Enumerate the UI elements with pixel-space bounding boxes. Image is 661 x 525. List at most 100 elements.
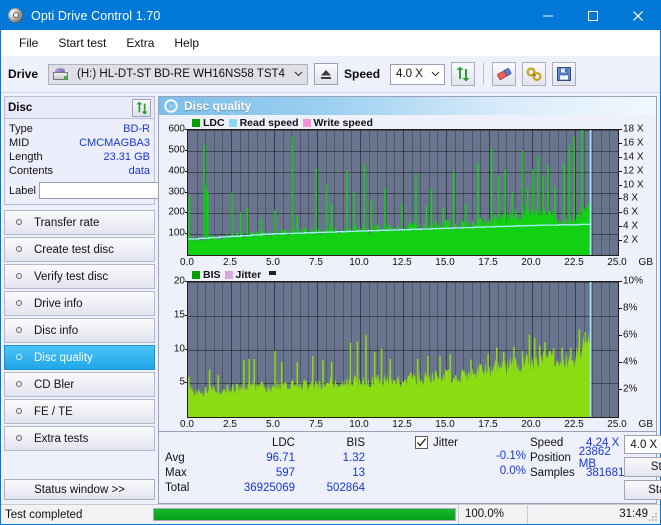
disc-row-length-value: 23.31 GB <box>103 151 150 163</box>
status-window-button[interactable]: Status window >> <box>4 479 155 500</box>
start-full-button[interactable]: Start full <box>624 457 661 477</box>
disc-row-mid: MID CMCMAGBA3 <box>9 136 150 150</box>
y-tick-label: 300 <box>168 186 185 197</box>
ldc-plot <box>187 129 619 256</box>
legend-label: Jitter <box>235 269 262 281</box>
sidebar-item-fe-te[interactable]: FE / TE <box>4 399 155 424</box>
disc-row-length-key: Length <box>9 151 43 163</box>
disc-refresh-button[interactable] <box>132 98 151 117</box>
series-spike <box>353 192 355 255</box>
y2-tick-label: 2% <box>623 383 638 395</box>
app-disc-icon <box>8 7 24 24</box>
stats-table: LDC BIS Avg 96.71 1.32 Max 597 13 Total … <box>165 435 415 500</box>
jitter-header: Jitter <box>415 435 530 450</box>
samples-value: 381681 <box>586 466 625 479</box>
erase-button[interactable] <box>492 62 517 86</box>
series-spike <box>449 354 452 417</box>
x-tick-label: 0.0 <box>180 419 194 430</box>
legend-ldc: LDC <box>192 117 225 129</box>
x-tick-label: 17.5 <box>478 419 498 430</box>
series-spike <box>542 176 544 255</box>
series-spike <box>439 356 441 417</box>
x-tick-label: 5.0 <box>266 419 280 430</box>
menu-help[interactable]: Help <box>165 33 208 53</box>
action-buttons: 4.0 X Start full Start part <box>624 435 661 500</box>
series-spike <box>425 205 427 255</box>
y2-tick-label: 6% <box>623 329 638 341</box>
menu-file[interactable]: File <box>10 33 47 53</box>
series-spike <box>573 136 575 255</box>
plot-series <box>188 282 592 417</box>
eject-button[interactable] <box>314 63 339 85</box>
tools-button[interactable] <box>522 62 547 86</box>
maximize-button[interactable] <box>570 1 615 30</box>
jitter-label: Jitter <box>433 436 458 449</box>
series-spike <box>415 173 417 255</box>
progress-percent: 100.0% <box>458 505 527 524</box>
disc-row-mid-value: CMCMAGBA3 <box>79 137 150 149</box>
save-button[interactable] <box>552 62 577 86</box>
y2-tick-label: 8 X <box>623 192 639 204</box>
sidebar-item-cd-bler[interactable]: CD Bler <box>4 372 155 397</box>
close-button[interactable] <box>615 1 660 30</box>
sidebar-item-extra-tests[interactable]: Extra tests <box>4 426 155 451</box>
sidebar-item-disc-info[interactable]: Disc info <box>4 318 155 343</box>
y2-tick <box>619 281 622 282</box>
series-spike <box>380 348 383 417</box>
disc-panel: Disc Type BD-R MID CMCMAGBA3 Length 23.3… <box>4 96 240 205</box>
series-spike <box>470 359 472 417</box>
start-part-button[interactable]: Start part <box>624 480 661 500</box>
y2-tick <box>619 129 622 130</box>
jitter-checkbox[interactable] <box>415 436 428 449</box>
minimize-button[interactable] <box>525 1 570 30</box>
series-spike <box>356 341 359 417</box>
series-spike <box>188 195 190 255</box>
y-tick-label: 600 <box>168 123 185 135</box>
menu-start-test[interactable]: Start test <box>49 33 115 53</box>
x-tick-label: 2.5 <box>223 419 237 430</box>
disc-quality-icon <box>164 99 178 113</box>
menu-extra[interactable]: Extra <box>117 33 163 53</box>
series-spike <box>521 350 524 417</box>
disc-row-contents-key: Contents <box>9 165 54 177</box>
jitter-avg-value: -0.1% <box>495 450 526 462</box>
sidebar-item-transfer-rate[interactable]: Transfer rate <box>4 210 155 235</box>
series-spike <box>349 342 352 417</box>
sidebar-item-verify-test-disc[interactable]: Verify test disc <box>4 264 155 289</box>
y2-tick-label: 12 X <box>623 165 644 177</box>
y2-tick <box>619 212 622 214</box>
stats-row-label: Total <box>165 481 190 494</box>
x-tick-label: 2.5 <box>223 257 237 268</box>
ldc-chart: LDC Read speed Write speed 100 200 300 400 5… <box>162 117 653 269</box>
series-spike <box>274 210 276 255</box>
series-spike <box>296 215 298 255</box>
sidebar-item-create-test-disc[interactable]: Create test disc <box>4 237 155 262</box>
speed-select[interactable]: 4.0 X <box>390 63 446 85</box>
stats-panel: LDC BIS Avg 96.71 1.32 Max 597 13 Total … <box>159 431 661 503</box>
stats-row-label: Max <box>165 466 187 479</box>
bis-y-axis: 5 10 15 20 <box>162 276 188 418</box>
refresh-button[interactable] <box>451 62 476 86</box>
x-tick-label: 22.5 <box>564 419 584 430</box>
resize-grip[interactable] <box>648 512 658 522</box>
app-window: Opti Drive Control 1.70 File Start test … <box>0 0 661 525</box>
drive-select[interactable]: (H:) HL-DT-ST BD-RE WH16NS58 TST4 <box>48 63 309 85</box>
eraser-icon <box>496 67 511 80</box>
x-tick-label: 7.5 <box>309 419 323 430</box>
menu-bar: File Start test Extra Help <box>1 30 660 56</box>
y-tick-label: 10 <box>173 343 185 354</box>
series-spike <box>496 347 498 417</box>
x-axis-unit: GB <box>638 419 653 430</box>
sidebar-item-disc-quality[interactable]: Disc quality <box>4 345 155 370</box>
sidebar-item-drive-info[interactable]: Drive info <box>4 291 155 316</box>
y2-tick-label: 10% <box>623 275 644 287</box>
series-spike <box>528 334 531 417</box>
x-tick-label: 5.0 <box>266 257 280 268</box>
toolbar: Drive (H:) HL-DT-ST BD-RE WH16NS58 TST4 … <box>1 56 660 93</box>
test-speed-select[interactable]: 4.0 X <box>624 435 661 454</box>
ldc-chart-legend: LDC Read speed Write speed <box>162 117 653 129</box>
series-spike <box>490 147 493 255</box>
y2-tick <box>619 170 622 172</box>
bis-y2-axis: 2% 4% 6% 8% 10% <box>619 276 653 418</box>
